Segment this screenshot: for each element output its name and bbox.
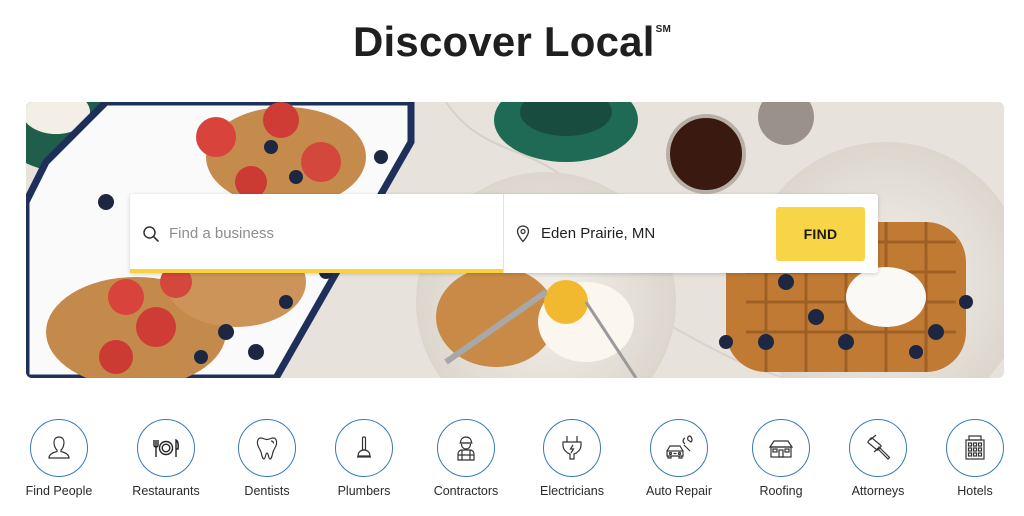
category-plumbers[interactable]: Plumbers bbox=[314, 419, 414, 498]
category-label: Attorneys bbox=[851, 484, 905, 498]
find-button[interactable]: FIND bbox=[776, 207, 865, 261]
house-icon bbox=[768, 440, 794, 458]
category-icon-circle bbox=[30, 419, 88, 477]
construction-worker-icon bbox=[457, 436, 475, 461]
category-label: Dentists bbox=[244, 484, 290, 498]
category-label: Electricians bbox=[540, 484, 604, 498]
category-label: Restaurants bbox=[132, 484, 200, 498]
category-label: Contractors bbox=[433, 484, 499, 498]
person-icon bbox=[48, 436, 70, 459]
category-auto-repair[interactable]: Auto Repair bbox=[629, 419, 729, 498]
location-pin-icon bbox=[516, 224, 530, 242]
category-hotels[interactable]: Hotels bbox=[925, 419, 1024, 498]
category-label: Find People bbox=[25, 484, 93, 498]
business-search-input[interactable] bbox=[169, 218, 489, 249]
category-attorneys[interactable]: Attorneys bbox=[828, 419, 928, 498]
category-list: Find People Restaurants Dentists Plumber… bbox=[0, 419, 1024, 509]
category-roofing[interactable]: Roofing bbox=[731, 419, 831, 498]
service-mark: SM bbox=[655, 24, 671, 35]
category-contractors[interactable]: Contractors bbox=[416, 419, 516, 498]
category-icon-circle bbox=[849, 419, 907, 477]
category-icon-circle bbox=[946, 419, 1004, 477]
category-label: Auto Repair bbox=[645, 484, 712, 498]
category-dentists[interactable]: Dentists bbox=[217, 419, 317, 498]
location-field[interactable]: FIND bbox=[504, 194, 878, 273]
category-icon-circle bbox=[650, 419, 708, 477]
page-title: Discover LocalSM bbox=[0, 18, 1024, 66]
page-title-text: Discover Local bbox=[352, 18, 655, 65]
category-icon-circle bbox=[752, 419, 810, 477]
category-restaurants[interactable]: Restaurants bbox=[116, 419, 216, 498]
hotel-building-icon bbox=[965, 435, 985, 460]
search-icon bbox=[143, 225, 159, 242]
category-electricians[interactable]: Electricians bbox=[522, 419, 622, 498]
category-icon-circle bbox=[437, 419, 495, 477]
electric-plug-icon bbox=[562, 436, 582, 460]
fork-plate-knife-icon bbox=[153, 438, 179, 457]
gavel-icon bbox=[867, 434, 891, 460]
search-bar: FIND bbox=[130, 194, 878, 273]
car-wrench-icon bbox=[666, 435, 693, 459]
category-label: Roofing bbox=[759, 484, 803, 498]
business-search-field[interactable] bbox=[130, 194, 504, 273]
category-icon-circle bbox=[238, 419, 296, 477]
plunger-icon bbox=[357, 436, 371, 458]
category-label: Hotels bbox=[957, 484, 993, 498]
category-icon-circle bbox=[335, 419, 393, 477]
category-label: Plumbers bbox=[337, 484, 391, 498]
category-find-people[interactable]: Find People bbox=[9, 419, 109, 498]
location-input[interactable] bbox=[541, 218, 761, 249]
tooth-icon bbox=[256, 437, 278, 460]
category-icon-circle bbox=[137, 419, 195, 477]
category-icon-circle bbox=[543, 419, 601, 477]
